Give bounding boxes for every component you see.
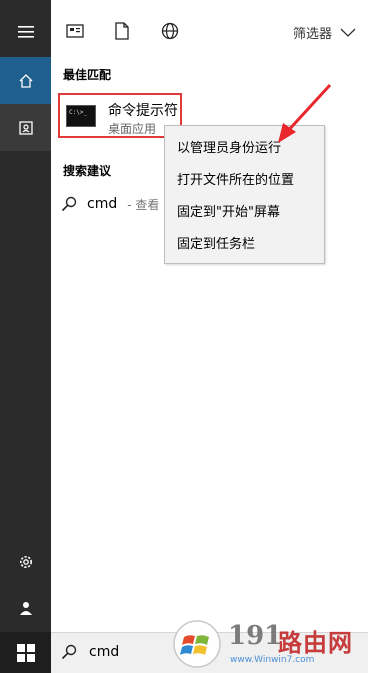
search-suggestion[interactable]: cmd - 查看 <box>61 192 159 216</box>
web-icon <box>161 22 179 40</box>
menu-item-run-as-admin[interactable]: 以管理员身份运行 <box>177 137 281 156</box>
search-icon <box>61 644 79 662</box>
home-icon <box>19 73 32 88</box>
menu-item-pin-to-start[interactable]: 固定到"开始"屏幕 <box>177 201 280 220</box>
menu-item-pin-to-taskbar[interactable]: 固定到任务栏 <box>177 233 255 252</box>
taskbar-search-box[interactable]: cmd <box>51 632 368 673</box>
windows-icon <box>16 643 35 662</box>
user-icon <box>19 602 32 615</box>
menu-item-open-file-location[interactable]: 打开文件所在的位置 <box>177 169 294 188</box>
document-icon <box>115 22 129 40</box>
filter-label: 筛选器 <box>292 26 332 42</box>
context-menu: 以管理员身份运行 打开文件所在的位置 固定到"开始"屏幕 固定到任务栏 <box>164 125 325 264</box>
suggestion-query: cmd <box>87 196 118 212</box>
settings-button[interactable] <box>0 548 51 576</box>
search-icon <box>61 196 77 212</box>
search-results-panel: 筛选器 最佳匹配 C:\>_ 命令提示符 桌面应用 搜索建议 cmd - 查看 <box>51 0 368 632</box>
best-match-subtitle: 桌面应用 <box>108 122 157 136</box>
command-prompt-icon: C:\>_ <box>66 105 96 127</box>
left-rail <box>0 0 51 673</box>
apps-icon <box>66 24 84 38</box>
command-prompt-icon-text: C:\>_ <box>69 109 88 116</box>
suggestion-hint: - 查看 <box>127 197 160 212</box>
settings-icon <box>19 556 32 568</box>
menu-button[interactable] <box>0 14 51 50</box>
best-match-heading: 最佳匹配 <box>63 68 112 82</box>
home-button[interactable] <box>0 57 51 104</box>
documents-filter-button[interactable] <box>113 22 131 40</box>
start-button[interactable] <box>0 632 51 673</box>
chevron-down-icon <box>340 28 356 37</box>
documents-button[interactable] <box>0 104 51 151</box>
menu-icon <box>17 26 34 38</box>
filter-dropdown[interactable]: 筛选器 <box>293 22 356 42</box>
search-input[interactable]: cmd <box>89 644 119 660</box>
apps-filter-button[interactable] <box>66 22 84 40</box>
best-match-title: 命令提示符 <box>108 103 178 119</box>
account-button[interactable] <box>0 594 51 622</box>
filter-toolbar: 筛选器 <box>51 0 368 62</box>
web-filter-button[interactable] <box>161 22 179 40</box>
user-card-icon <box>18 120 33 135</box>
suggestions-heading: 搜索建议 <box>63 164 112 178</box>
